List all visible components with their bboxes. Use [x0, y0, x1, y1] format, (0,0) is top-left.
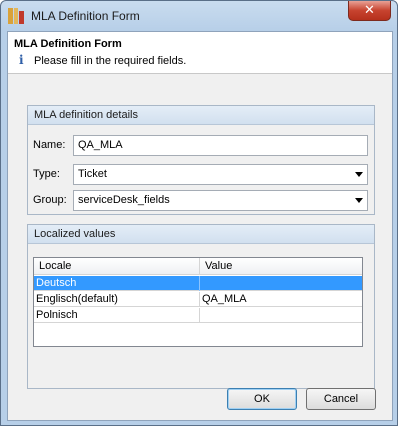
ok-button[interactable]: OK	[227, 388, 297, 410]
window-title: MLA Definition Form	[31, 9, 140, 23]
close-button[interactable]: ✕	[348, 1, 391, 21]
app-icon	[8, 8, 24, 24]
type-row: Type: Ticket	[33, 164, 373, 186]
name-input[interactable]: QA_MLA	[73, 135, 368, 156]
group-label: Group:	[33, 194, 67, 206]
info-icon: i	[19, 53, 24, 67]
title-bar[interactable]: MLA Definition Form ✕	[1, 1, 397, 31]
close-icon: ✕	[364, 2, 375, 17]
chevron-down-icon[interactable]	[355, 198, 363, 203]
cancel-button[interactable]: Cancel	[306, 388, 376, 410]
form-message: Please fill in the required fields.	[34, 55, 187, 67]
locale-cell: Englisch(default)	[36, 293, 118, 305]
name-label: Name:	[33, 139, 66, 151]
group-select-value: serviceDesk_fields	[78, 194, 170, 206]
value-cell[interactable]: QA_MLA	[202, 293, 247, 305]
form-title: MLA Definition Form	[14, 38, 122, 50]
table-header: Locale Value	[34, 258, 362, 275]
group-row: Group: serviceDesk_fields	[33, 190, 373, 212]
type-select[interactable]: Ticket	[73, 164, 368, 185]
type-label: Type:	[33, 168, 60, 180]
type-select-value: Ticket	[78, 168, 107, 180]
table-row[interactable]: Deutsch	[34, 276, 362, 291]
table-row[interactable]: Polnisch	[34, 308, 362, 323]
table-row[interactable]: Englisch(default) QA_MLA	[34, 292, 362, 307]
mla-details-title: MLA definition details	[28, 106, 374, 125]
dialog-window: MLA Definition Form ✕ MLA Definition For…	[0, 0, 398, 426]
localized-values-table[interactable]: Locale Value Deutsch Englisch(default) Q…	[33, 257, 363, 347]
chevron-down-icon[interactable]	[355, 172, 363, 177]
group-select[interactable]: serviceDesk_fields	[73, 190, 368, 211]
localized-values-group: Localized values Locale Value Deutsch En…	[27, 224, 375, 389]
locale-cell: Polnisch	[36, 309, 78, 321]
localized-values-title: Localized values	[28, 225, 374, 244]
locale-cell: Deutsch	[36, 277, 77, 289]
mla-details-group: MLA definition details Name: QA_MLA Type…	[27, 105, 375, 215]
form-header: MLA Definition Form i Please fill in the…	[8, 32, 392, 74]
dialog-content: MLA Definition Form i Please fill in the…	[7, 31, 393, 421]
column-header-value[interactable]: Value	[205, 260, 232, 272]
column-header-locale[interactable]: Locale	[39, 260, 71, 272]
name-row: Name: QA_MLA	[33, 135, 373, 157]
